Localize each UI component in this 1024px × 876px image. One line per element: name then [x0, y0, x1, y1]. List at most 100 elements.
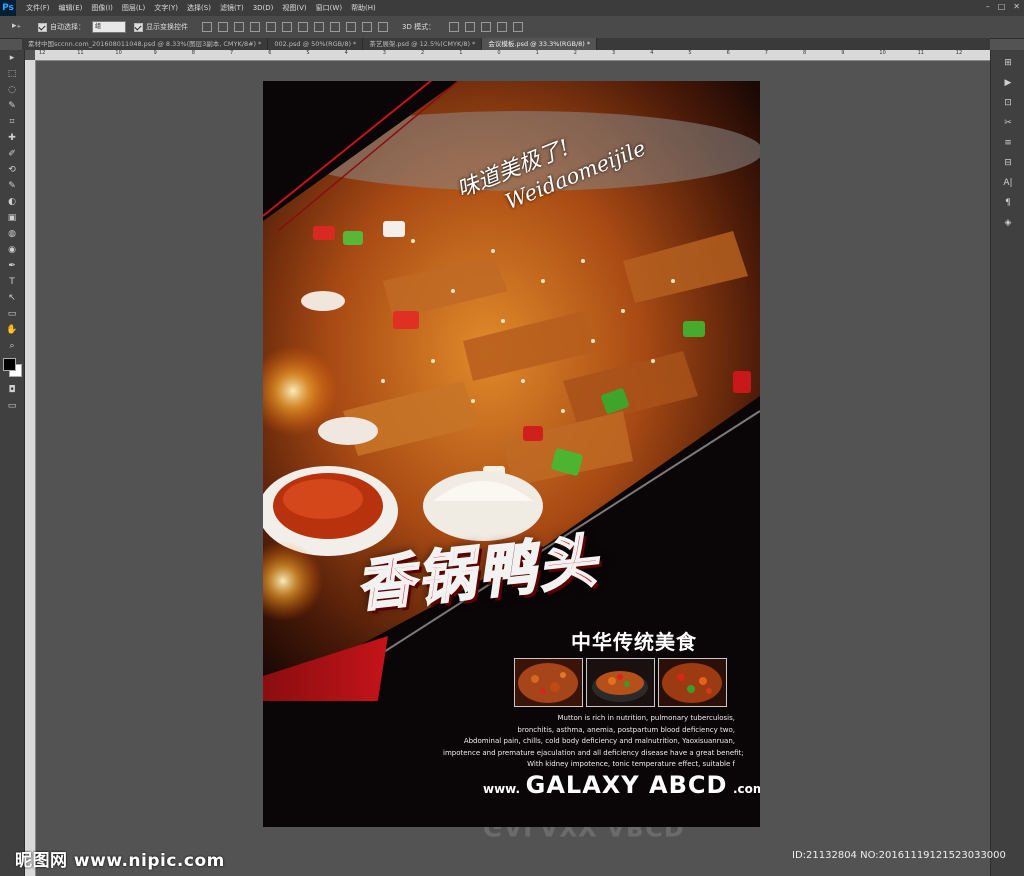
ruler-mark: 11: [77, 50, 84, 56]
hand-tool-icon[interactable]: ✋: [5, 323, 19, 337]
quick-mask-icon[interactable]: ◘: [5, 383, 19, 397]
ruler-mark: 4: [650, 50, 654, 56]
distribute-bottom-icon[interactable]: [330, 22, 340, 32]
menu-select[interactable]: 选择(S): [187, 3, 211, 13]
auto-select-checkbox[interactable]: [38, 22, 47, 32]
window-controls: – □ ✕: [986, 2, 1020, 11]
foreground-color-swatch[interactable]: [3, 358, 16, 371]
distribute-left-icon[interactable]: [346, 22, 356, 32]
align-right-icon[interactable]: [282, 22, 292, 32]
poster-artboard[interactable]: 味道美极了! Weidaomeijile 香锅鸭头 中华传统美食 Mutton …: [263, 81, 760, 827]
brush-tool-icon[interactable]: ✎: [5, 179, 19, 193]
menu-edit[interactable]: 编辑(E): [59, 3, 83, 13]
history-brush-tool-icon[interactable]: ⟲: [5, 163, 19, 177]
ruler-mark: 9: [153, 50, 157, 56]
auto-select-label: 自动选择：: [50, 23, 85, 31]
show-transform-option[interactable]: 显示变换控件: [134, 22, 188, 32]
ruler-mark: 12: [39, 50, 46, 56]
poster-website: www. GALAXY ABCD .com: [483, 771, 760, 799]
slide-3d-icon[interactable]: [497, 22, 508, 32]
pen-tool-icon[interactable]: ✒: [5, 259, 19, 273]
watermark-site: 昵图网 www.nipic.com: [15, 851, 225, 871]
marquee-tool-icon[interactable]: ⬚: [5, 67, 19, 81]
menu-type[interactable]: 文字(Y): [154, 3, 178, 13]
tab-document-2[interactable]: 002.psd @ 50%(RGB/8) *: [268, 38, 364, 50]
menu-file[interactable]: 文件(F): [26, 3, 50, 13]
menu-view[interactable]: 视图(V): [282, 3, 306, 13]
roll-3d-icon[interactable]: [465, 22, 476, 32]
show-transform-checkbox[interactable]: [134, 22, 143, 32]
zoom-tool-icon[interactable]: ⌕: [5, 339, 19, 353]
type-tool-icon[interactable]: T: [5, 275, 19, 289]
align-left-icon[interactable]: [250, 22, 260, 32]
menu-3d[interactable]: 3D(D): [253, 4, 274, 12]
scale-3d-icon[interactable]: [513, 22, 524, 32]
ruler-mark: 4: [344, 50, 348, 56]
history-panel-icon[interactable]: ⊞: [1001, 56, 1015, 70]
ruler-vertical: [25, 60, 36, 876]
website-prefix: www.: [483, 782, 521, 796]
eyedropper-tool-icon[interactable]: ✚: [5, 131, 19, 145]
tab-document-1[interactable]: 素材中国sccnn.com_201608011048.psd @ 8.33%(图…: [22, 38, 269, 50]
paragraph-panel-icon[interactable]: ¶: [1001, 196, 1015, 210]
menu-help[interactable]: 帮助(H): [351, 3, 376, 13]
auto-select-dropdown[interactable]: 组: [92, 21, 126, 33]
website-suffix: .com: [733, 782, 760, 796]
brush-panel-icon[interactable]: ✂: [1001, 116, 1015, 130]
dodge-tool-icon[interactable]: ◉: [5, 243, 19, 257]
actions-panel-icon[interactable]: ▶: [1001, 76, 1015, 90]
color-swatches[interactable]: [2, 357, 22, 379]
close-button[interactable]: ✕: [1013, 2, 1020, 11]
document-canvas-area[interactable]: 味道美极了! Weidaomeijile 香锅鸭头 中华传统美食 Mutton …: [36, 61, 990, 876]
distribute-top-icon[interactable]: [298, 22, 308, 32]
menu-image[interactable]: 图像(I): [91, 3, 113, 13]
menu-layer[interactable]: 图层(L): [122, 3, 145, 13]
tab-document-3[interactable]: 茶艺展架.psd @ 12.5%(CMYK/8) *: [363, 38, 483, 50]
layers-panel-icon[interactable]: ⊟: [1001, 156, 1015, 170]
dish-thumbnail: [514, 658, 583, 707]
ruler-mark: 8: [191, 50, 195, 56]
menu-window[interactable]: 窗口(W): [316, 3, 342, 13]
healing-brush-tool-icon[interactable]: ✐: [5, 147, 19, 161]
blur-tool-icon[interactable]: ◍: [5, 227, 19, 241]
auto-select-option[interactable]: 自动选择： 组: [38, 21, 126, 33]
path-select-tool-icon[interactable]: ↖: [5, 291, 19, 305]
menu-filter[interactable]: 滤镜(T): [220, 3, 244, 13]
pan-3d-icon[interactable]: [481, 22, 492, 32]
crop-tool-icon[interactable]: ⌗: [5, 115, 19, 129]
ruler-mark: 8: [803, 50, 807, 56]
distribute-vcenter-icon[interactable]: [314, 22, 324, 32]
tab-document-active[interactable]: 会议模板.psd @ 33.3%(RGB/8) *: [482, 38, 598, 50]
3d-panel-icon[interactable]: ◈: [1001, 216, 1015, 230]
screen-mode-icon[interactable]: ▭: [5, 399, 19, 413]
show-transform-label: 显示变换控件: [146, 23, 188, 31]
ruler-mark: 6: [726, 50, 730, 56]
distribute-hcenter-icon[interactable]: [362, 22, 372, 32]
minimize-button[interactable]: –: [986, 2, 990, 11]
lasso-tool-icon[interactable]: ◌: [5, 83, 19, 97]
gradient-tool-icon[interactable]: ▣: [5, 211, 19, 225]
ruler-mark: 7: [764, 50, 768, 56]
shape-tool-icon[interactable]: ▭: [5, 307, 19, 321]
align-vcenter-icon[interactable]: [218, 22, 228, 32]
character-panel-icon[interactable]: A|: [1001, 176, 1015, 190]
website-name: GALAXY ABCD: [525, 771, 728, 799]
eraser-tool-icon[interactable]: ◐: [5, 195, 19, 209]
photoshop-logo[interactable]: Ps: [0, 0, 16, 16]
quick-select-tool-icon[interactable]: ✎: [5, 99, 19, 113]
ruler-mark: 3: [612, 50, 616, 56]
ruler-mark: 12: [955, 50, 963, 56]
move-tool-icon[interactable]: ▸: [5, 51, 19, 65]
tools-panel: ▸ ⬚ ◌ ✎ ⌗ ✚ ✐ ⟲ ✎ ◐ ▣ ◍ ◉ ✒ T ↖ ▭ ✋ ⌕ ◘ …: [0, 50, 25, 876]
distribute-right-icon[interactable]: [378, 22, 388, 32]
align-top-icon[interactable]: [202, 22, 212, 32]
properties-panel-icon[interactable]: ⊡: [1001, 96, 1015, 110]
poster-reflection: GALAXY ABCD: [263, 827, 760, 876]
adjustments-panel-icon[interactable]: ≡: [1001, 136, 1015, 150]
align-bottom-icon[interactable]: [234, 22, 244, 32]
align-hcenter-icon[interactable]: [266, 22, 276, 32]
maximize-button[interactable]: □: [998, 2, 1006, 11]
move-tool-icon[interactable]: ▸₊: [12, 21, 30, 33]
mode-3d-buttons: [449, 22, 524, 32]
rotate-3d-icon[interactable]: [449, 22, 460, 32]
